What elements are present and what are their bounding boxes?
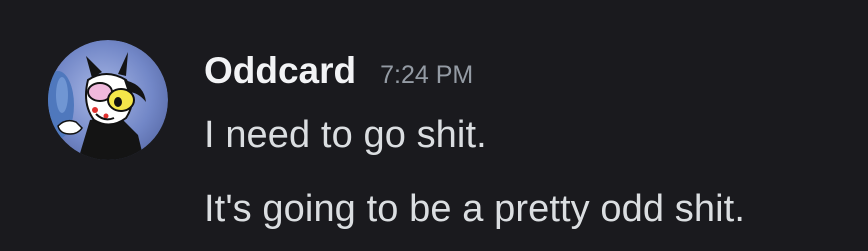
- chat-message: Oddcard 7:24 PM I need to go shit. It's …: [0, 0, 868, 251]
- message-line: It's going to be a pretty odd shit.: [204, 188, 745, 230]
- message-line: I need to go shit.: [204, 114, 487, 156]
- message-header: Oddcard 7:24 PM: [204, 50, 473, 92]
- cartoon-character-avatar-icon: [48, 40, 168, 160]
- username[interactable]: Oddcard: [204, 50, 356, 92]
- message-timestamp[interactable]: 7:24 PM: [380, 61, 473, 90]
- user-avatar[interactable]: [48, 40, 168, 160]
